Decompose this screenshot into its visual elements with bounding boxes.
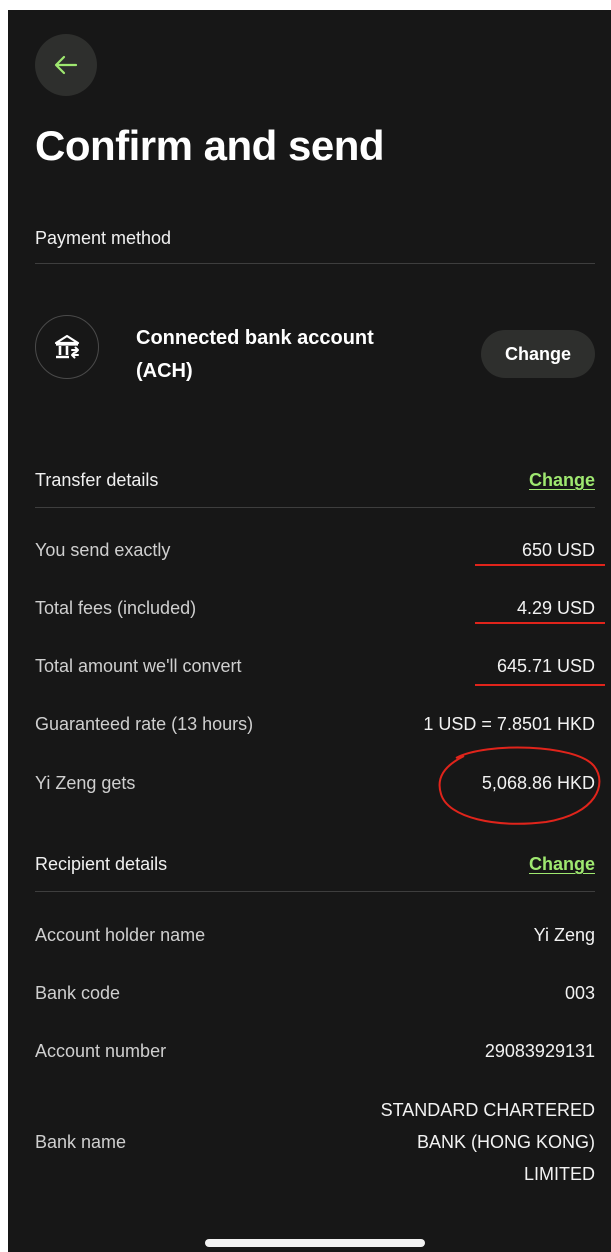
red-underline-annotation xyxy=(475,684,605,686)
transfer-row-rate: Guaranteed rate (13 hours) 1 USD = 7.850… xyxy=(35,714,595,735)
row-label: Account number xyxy=(35,1041,167,1061)
row-label: Bank name xyxy=(35,1131,127,1152)
bank-name-line: LIMITED xyxy=(523,1164,595,1184)
page-title: Confirm and send xyxy=(35,122,385,169)
recipient-details-header: Recipient details Change xyxy=(35,854,595,875)
confirm-screen: Confirm and send Payment method Connecte… xyxy=(8,10,611,1252)
row-label: Account holder name xyxy=(35,925,206,945)
transfer-details-header: Transfer details Change xyxy=(35,470,595,491)
red-circle-annotation xyxy=(438,746,601,825)
change-payment-method-button[interactable]: Change xyxy=(481,330,595,378)
change-recipient-details-link[interactable]: Change xyxy=(529,854,595,875)
bank-name-line: BANK (HONG KONG) xyxy=(416,1132,595,1152)
recipient-row-bank-name: Bank name STANDARD CHARTERED BANK (HONG … xyxy=(35,1094,595,1190)
row-value: 29083929131 xyxy=(484,1041,595,1061)
divider xyxy=(35,891,595,892)
recipient-row-account-number: Account number 29083929131 xyxy=(35,1041,595,1062)
row-label: Total amount we'll convert xyxy=(35,656,242,676)
bank-name-value: STANDARD CHARTERED BANK (HONG KONG) LIMI… xyxy=(381,1094,595,1190)
transfer-row-send-amount: You send exactly 650 USD xyxy=(35,540,595,561)
back-button[interactable] xyxy=(35,34,97,96)
recipient-details-heading: Recipient details xyxy=(35,854,168,874)
red-underline-annotation xyxy=(475,622,605,624)
row-value: 650 USD xyxy=(521,540,595,560)
payment-method-icon xyxy=(35,315,99,379)
bank-name-line: STANDARD CHARTERED xyxy=(380,1100,595,1120)
divider xyxy=(35,263,595,264)
payment-method-type: (ACH) xyxy=(136,360,193,382)
row-value: 003 xyxy=(564,983,595,1003)
row-value: 1 USD = 7.8501 HKD xyxy=(423,714,595,734)
payment-method-name: Connected bank account xyxy=(136,327,374,349)
recipient-row-holder-name: Account holder name Yi Zeng xyxy=(35,925,595,946)
row-label: You send exactly xyxy=(35,540,171,560)
row-label: Guaranteed rate (13 hours) xyxy=(35,714,254,734)
row-value: Yi Zeng xyxy=(533,925,595,945)
row-label: Bank code xyxy=(35,983,121,1003)
row-label: Yi Zeng gets xyxy=(35,773,136,793)
row-label: Total fees (included) xyxy=(35,598,197,618)
payment-method-label: Connected bank account (ACH) xyxy=(136,322,436,388)
payment-method-heading: Payment method xyxy=(35,228,172,248)
transfer-row-fees: Total fees (included) 4.29 USD xyxy=(35,598,595,619)
change-transfer-details-link[interactable]: Change xyxy=(529,470,595,491)
transfer-row-convert-amount: Total amount we'll convert 645.71 USD xyxy=(35,656,595,677)
bank-icon xyxy=(54,334,80,359)
row-value: 645.71 USD xyxy=(496,656,595,676)
arrow-left-icon xyxy=(54,55,78,75)
divider xyxy=(35,507,595,508)
red-underline-annotation xyxy=(475,564,605,566)
payment-method-header: Payment method xyxy=(35,228,595,249)
home-indicator[interactable] xyxy=(205,1239,425,1247)
transfer-details-heading: Transfer details xyxy=(35,470,159,490)
recipient-row-bank-code: Bank code 003 xyxy=(35,983,595,1004)
row-value: 4.29 USD xyxy=(516,598,595,618)
